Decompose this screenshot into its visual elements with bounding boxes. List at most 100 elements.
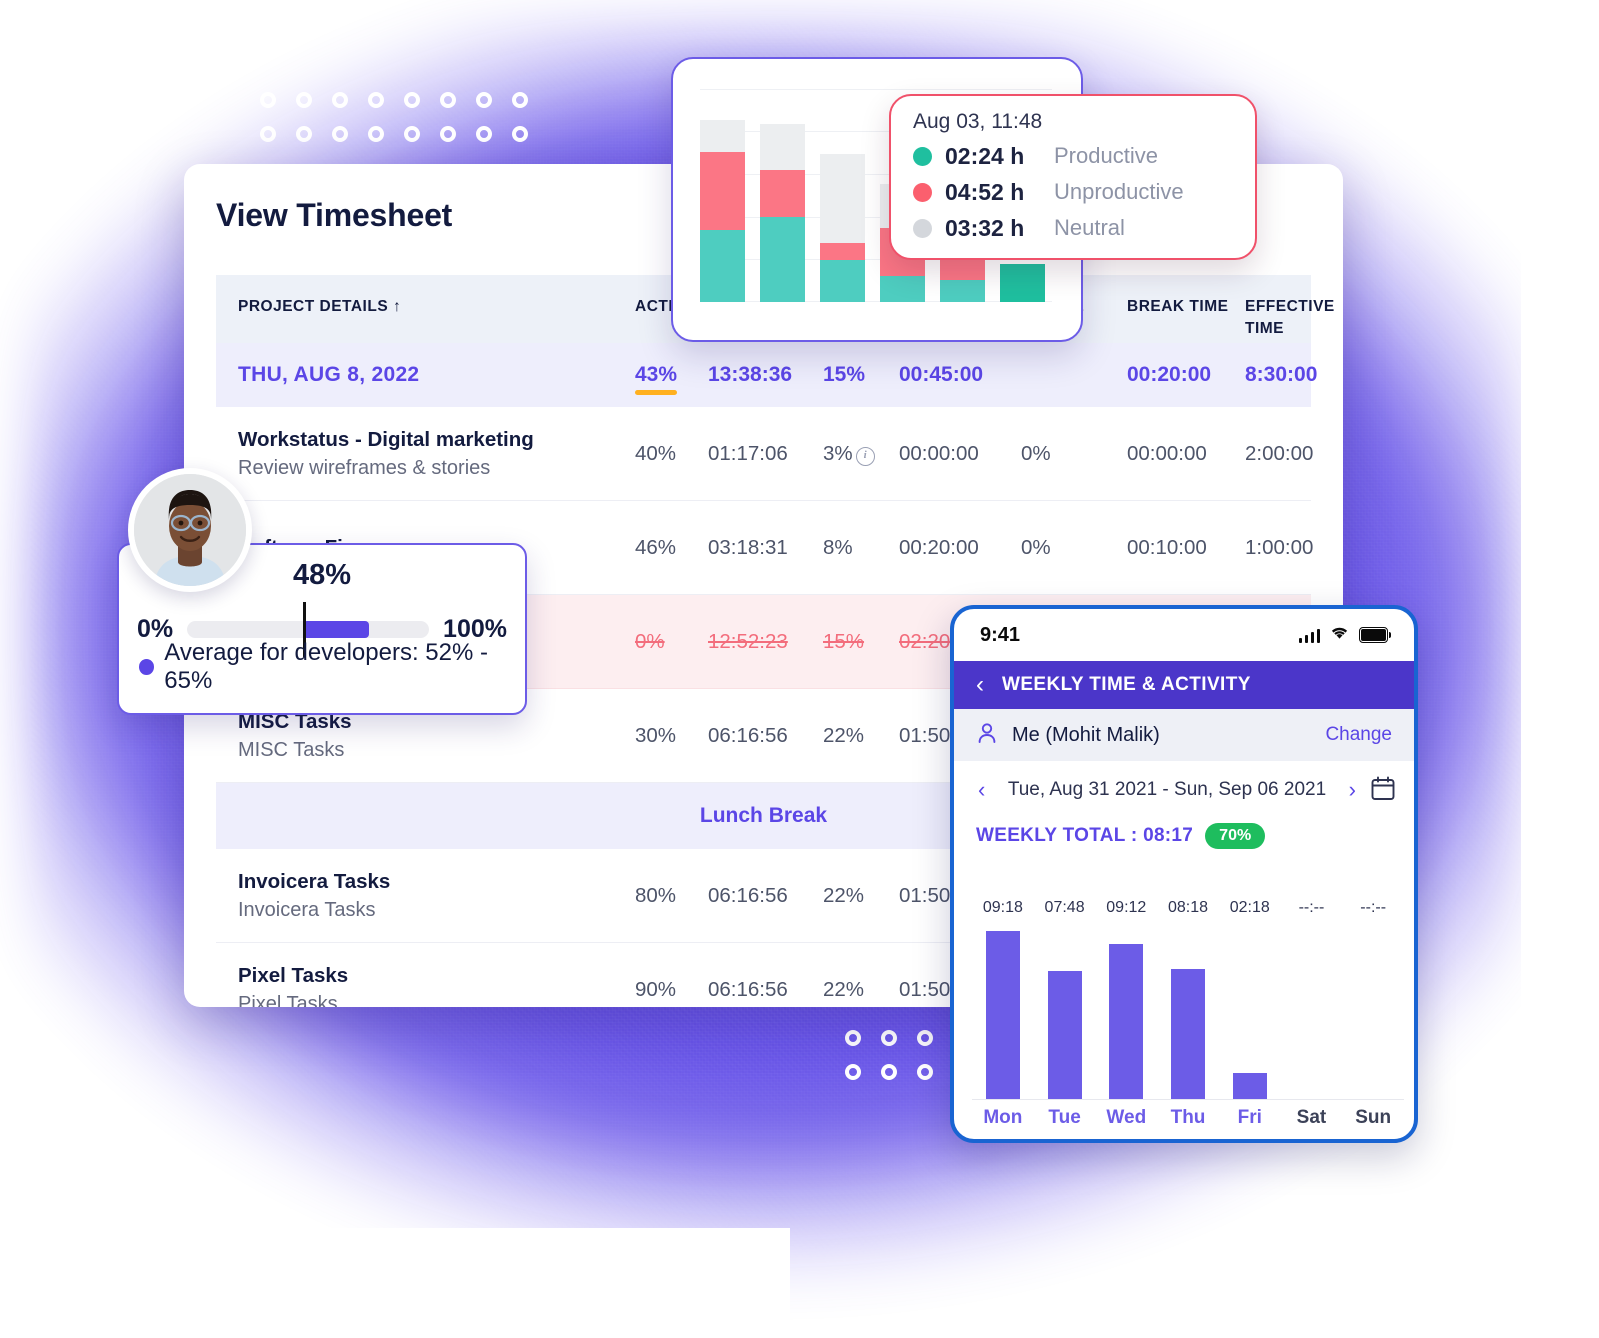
row-project-cell: Invoicera Tasks Invoicera Tasks	[238, 870, 590, 922]
summary-break: 00:20:00	[1127, 363, 1212, 386]
weekly-bar[interactable]	[1171, 969, 1205, 1099]
summary-manual: 00:45:00	[899, 363, 984, 386]
row-activity: 30%	[635, 723, 677, 747]
summary-row: THU, AUG 8, 2022 43% 13:38:36 15% 00:45:…	[216, 343, 1317, 407]
weekly-bar-slot	[1157, 925, 1219, 1099]
tooltip-entry: 02:24 h Productive	[913, 138, 1233, 174]
column-header-effective[interactable]: EFFECTIVE TIME	[1245, 275, 1343, 341]
tooltip-entry: 04:52 h Unproductive	[913, 174, 1233, 210]
row-time: 06:16:56	[708, 723, 788, 747]
row-idle: 22%	[823, 723, 865, 747]
stacked-bar[interactable]	[940, 258, 985, 302]
phone-user-name: Me (Mohit Malik)	[1012, 723, 1160, 746]
wifi-icon	[1329, 625, 1350, 645]
weekly-total-label: WEEKLY TOTAL : 08:17	[976, 825, 1194, 846]
weekly-bar[interactable]	[1109, 944, 1144, 1099]
weekly-activity-badge: 70%	[1205, 823, 1266, 849]
row-manual-time: 00:20:00	[899, 535, 979, 559]
weekly-bar-value: 02:18	[1229, 899, 1270, 916]
battery-icon	[1359, 627, 1391, 643]
summary-effective: 8:30:00	[1245, 363, 1318, 386]
tooltip-value: 04:52 h	[945, 178, 1025, 205]
weekly-day-label: Sat	[1296, 1107, 1327, 1128]
weekly-bar-column[interactable]: 08:18	[1157, 899, 1219, 1099]
gauge-legend-label: Average for developers: 52% - 65%	[164, 639, 488, 694]
tooltip-label: Productive	[1054, 143, 1158, 168]
bar-segment-productive	[820, 260, 865, 302]
weekly-day-label: Fri	[1237, 1107, 1262, 1128]
row-time: 12:52:23	[708, 629, 788, 653]
stacked-bar[interactable]	[700, 120, 745, 302]
weekly-bar[interactable]	[1047, 971, 1082, 1099]
row-idle: 3% i	[823, 442, 899, 466]
summary-idle: 15%	[823, 363, 866, 386]
mobile-app-preview: 9:41 ‹ WEEKLY TIME & ACTIVITY Me (Mohit …	[950, 605, 1418, 1143]
row-activity: 0%	[635, 629, 665, 653]
legend-dot-icon	[913, 218, 932, 238]
change-user-link[interactable]: Change	[1325, 724, 1392, 746]
calendar-icon[interactable]	[1370, 775, 1396, 806]
weekly-bar-column[interactable]: --:--	[1342, 899, 1404, 1099]
gauge-legend: Average for developers: 52% - 65%	[139, 639, 525, 695]
tooltip-date: Aug 03, 11:48	[913, 110, 1043, 133]
legend-dot-icon	[913, 182, 932, 202]
summary-activity-value: 43%	[635, 363, 678, 386]
info-icon[interactable]: i	[855, 446, 875, 466]
stacked-bar[interactable]	[1000, 264, 1045, 302]
column-header-project[interactable]: PROJECT DETAILS ↑	[238, 275, 590, 318]
row-effective-time: 2:00:00	[1245, 441, 1314, 465]
back-chevron-icon[interactable]: ‹	[976, 673, 984, 697]
row-activity: 46%	[635, 535, 677, 559]
row-idle: 15%	[823, 629, 865, 653]
project-name: Invoicera Tasks	[238, 869, 391, 893]
stacked-bar[interactable]	[820, 154, 865, 302]
row-time: 06:16:56	[708, 977, 788, 1001]
phone-date-range-row: ‹ Tue, Aug 31 2021 - Sun, Sep 06 2021 ›	[954, 761, 1414, 819]
weekly-bar[interactable]	[1232, 1073, 1267, 1099]
bar-segment-unproductive	[820, 243, 865, 260]
page-title: View Timesheet	[216, 197, 453, 233]
weekly-bar-value: --:--	[1360, 899, 1387, 916]
weekly-bars[interactable]: 09:18 07:48 09:12 08:18 02:18 --:-- --:--	[972, 899, 1404, 1099]
weekly-bar-column[interactable]: 09:12	[1095, 899, 1157, 1099]
weekly-bar-value: --:--	[1298, 899, 1325, 916]
bar-segment-productive	[940, 280, 985, 302]
project-task: MISC Tasks	[238, 738, 345, 761]
row-idle: 22%	[823, 977, 865, 1001]
stacked-bar[interactable]	[760, 124, 805, 302]
next-week-chevron-icon[interactable]: ›	[1343, 777, 1362, 803]
project-task: Review wireframes & stories	[238, 456, 491, 479]
chart-tooltip: Aug 03, 11:48 02:24 h Productive 04:52 h Un…	[889, 94, 1257, 260]
weekly-bar-value: 09:18	[982, 899, 1023, 916]
prev-week-chevron-icon[interactable]: ‹	[972, 777, 991, 803]
weekly-bar-column[interactable]: 02:18	[1219, 899, 1281, 1099]
bar-segment-productive	[880, 276, 925, 302]
weekly-bar-column[interactable]: 07:48	[1034, 899, 1096, 1099]
weekly-bar-slot	[1219, 925, 1281, 1099]
bar-segment-productive	[1000, 264, 1045, 302]
gauge-track[interactable]	[187, 602, 430, 657]
weekly-bar-column[interactable]: --:--	[1281, 899, 1343, 1099]
weekly-bar[interactable]	[985, 931, 1020, 1099]
weekly-day-label: Tue	[1048, 1107, 1081, 1128]
weekly-day-label: Mon	[983, 1107, 1023, 1128]
dot-pattern-bottom	[845, 1030, 933, 1080]
phone-user-row: Me (Mohit Malik) Change	[954, 709, 1414, 761]
weekly-bar-value: 07:48	[1044, 899, 1085, 916]
tooltip-entry: 03:32 h Neutral	[913, 210, 1233, 246]
weekly-bar-value: 08:18	[1167, 899, 1209, 916]
weekly-bar-value: 09:12	[1106, 899, 1147, 916]
row-project-cell: Workstatus - Digital marketing Review wir…	[238, 428, 590, 480]
dot-pattern-top	[260, 92, 528, 142]
weekly-bar-column[interactable]: 09:18	[972, 899, 1034, 1099]
table-row[interactable]: Workstatus - Digital marketing Review wir…	[216, 407, 1313, 501]
project-name: Pixel Tasks	[238, 963, 349, 987]
row-break-time: 00:00:00	[1127, 441, 1207, 465]
weekly-chart-baseline	[972, 1099, 1404, 1100]
avatar-portrait-icon	[134, 474, 246, 586]
phone-title: WEEKLY TIME & ACTIVITY	[1002, 674, 1251, 695]
column-header-break[interactable]: BREAK TIME	[1127, 275, 1245, 318]
row-time: 01:17:06	[708, 441, 788, 465]
row-break-time: 00:10:00	[1127, 535, 1207, 559]
bar-segment-productive	[700, 230, 745, 302]
